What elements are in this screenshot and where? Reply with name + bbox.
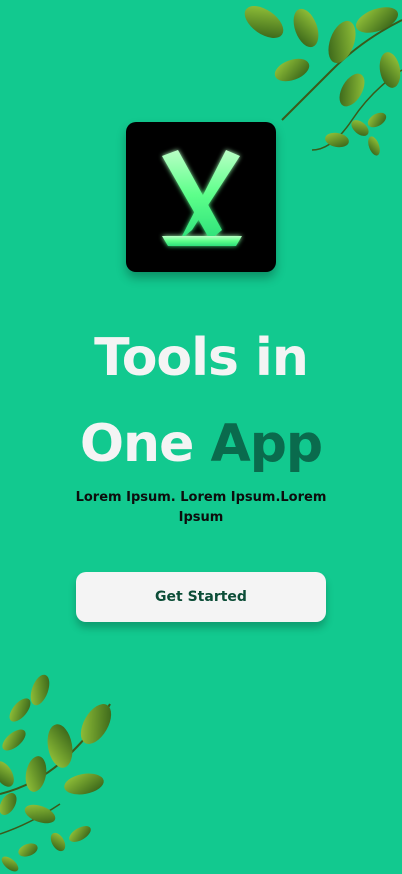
leaves-decoration-bottom bbox=[0, 674, 112, 872]
app-logo-icon bbox=[126, 122, 276, 272]
headline-word-one: One bbox=[79, 414, 194, 474]
get-started-button[interactable]: Get Started bbox=[76, 572, 326, 622]
headline-word-app: App bbox=[210, 414, 323, 474]
headline-line-2: One App bbox=[0, 414, 402, 474]
subtitle-text: Lorem Ipsum. Lorem Ipsum.Lorem Ipsum bbox=[75, 490, 327, 525]
headline-line-1: Tools in bbox=[94, 328, 309, 388]
